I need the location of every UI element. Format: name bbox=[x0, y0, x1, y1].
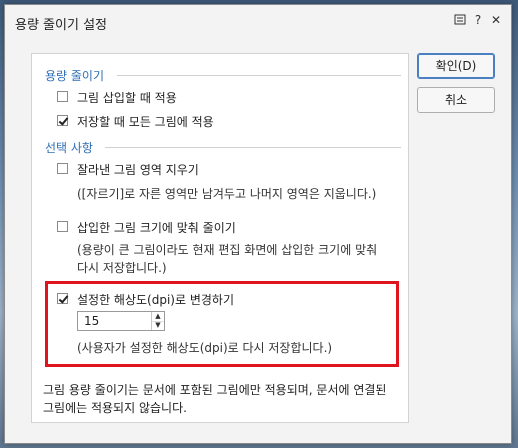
footnote: 그림 용량 줄이기는 문서에 포함된 그림에만 적용되며, 문서에 연결된 그림… bbox=[43, 381, 403, 417]
close-icon[interactable]: ✕ bbox=[489, 13, 503, 27]
divider bbox=[117, 75, 401, 76]
ok-button[interactable]: 확인(D) bbox=[417, 53, 495, 79]
cancel-button[interactable]: 취소 bbox=[417, 87, 495, 113]
crop-erase-label[interactable]: 잘라낸 그림 영역 지우기 bbox=[77, 161, 199, 178]
help-icon[interactable] bbox=[453, 13, 467, 27]
save-apply-checkbox[interactable] bbox=[57, 115, 68, 126]
fit-size-description-1: (용량이 큰 그림이라도 현재 편집 화면에 삽입한 크기에 맞춰 bbox=[77, 243, 378, 257]
insert-apply-checkbox[interactable] bbox=[57, 91, 68, 102]
fit-size-checkbox[interactable] bbox=[57, 221, 68, 232]
fit-size-description-2: 다시 저장합니다.) bbox=[77, 261, 167, 275]
footnote-line-2: 그림에는 적용되지 않습니다. bbox=[43, 401, 187, 415]
footnote-line-1: 그림 용량 줄이기는 문서에 포함된 그림에만 적용되며, 문서에 연결된 bbox=[43, 383, 387, 397]
title-bar: 용량 줄이기 설정 ? ✕ bbox=[5, 5, 511, 39]
question-icon[interactable]: ? bbox=[471, 13, 485, 27]
section-reduce-label: 용량 줄이기 bbox=[45, 69, 105, 83]
save-apply-label[interactable]: 저장할 때 모든 그림에 적용 bbox=[77, 113, 214, 130]
fit-size-label[interactable]: 삽입한 그림 크기에 맞춰 줄이기 bbox=[77, 219, 236, 236]
reduce-size-dialog: 용량 줄이기 설정 ? ✕ 용량 줄이기 그림 삽입할 때 적용 저장할 때 모… bbox=[4, 4, 512, 444]
highlight-box bbox=[45, 281, 399, 367]
dialog-title: 용량 줄이기 설정 bbox=[15, 18, 107, 33]
insert-apply-label[interactable]: 그림 삽입할 때 적용 bbox=[77, 89, 177, 106]
crop-erase-description: ([자르기]로 자른 영역만 남겨두고 나머지 영역은 지웁니다.) bbox=[77, 187, 377, 201]
crop-erase-checkbox[interactable] bbox=[57, 163, 68, 174]
section-options-label: 선택 사항 bbox=[45, 141, 93, 155]
divider bbox=[105, 147, 401, 148]
options-panel bbox=[31, 53, 409, 423]
